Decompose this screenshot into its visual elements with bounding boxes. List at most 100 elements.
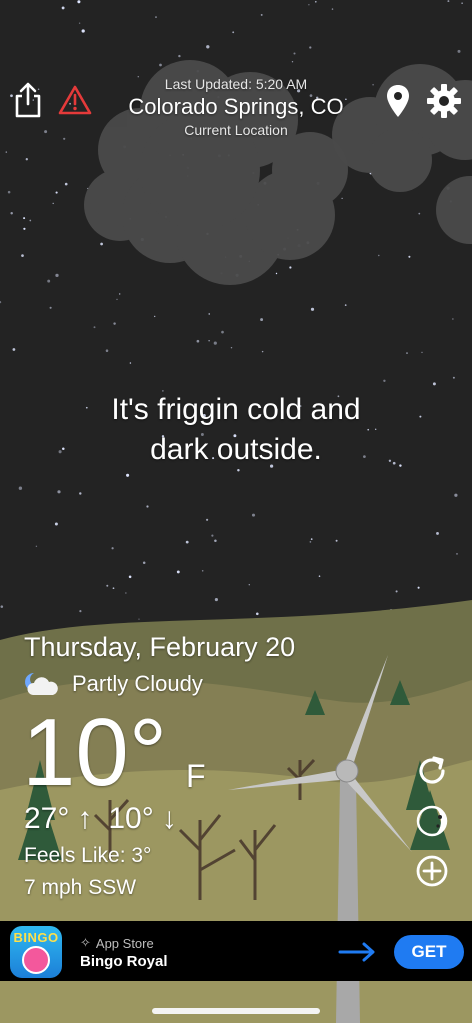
star bbox=[335, 539, 338, 542]
star bbox=[176, 570, 180, 574]
star bbox=[126, 473, 130, 477]
star bbox=[309, 46, 312, 49]
star bbox=[55, 273, 59, 278]
star bbox=[206, 45, 210, 49]
home-indicator[interactable] bbox=[152, 1008, 320, 1014]
high-low-row: 27° ↑ 10° ↓ bbox=[24, 802, 177, 836]
ad-banner[interactable]: BINGO ✧ App Store Bingo Royal GET bbox=[0, 921, 472, 981]
star bbox=[196, 339, 200, 343]
ad-get-button[interactable]: GET bbox=[394, 935, 464, 969]
wind-text: 7 mph SSW bbox=[24, 876, 137, 899]
star bbox=[55, 191, 58, 194]
star bbox=[432, 382, 436, 386]
weather-message: It's friggin cold and dark outside. bbox=[40, 390, 432, 470]
alert-button[interactable] bbox=[56, 82, 94, 118]
low-temp: 10° bbox=[108, 802, 154, 835]
star bbox=[25, 158, 28, 161]
star bbox=[208, 340, 210, 342]
ad-store-row: ✧ App Store bbox=[80, 935, 154, 951]
star bbox=[105, 349, 109, 352]
star bbox=[206, 518, 209, 521]
star bbox=[54, 522, 58, 526]
add-circle-icon bbox=[416, 855, 448, 887]
star bbox=[378, 254, 380, 257]
star bbox=[275, 272, 278, 275]
weather-scene-background bbox=[0, 0, 472, 1023]
last-updated-text: Last Updated: 5:20 AM bbox=[164, 76, 308, 92]
condition-text: Partly Cloudy bbox=[72, 671, 203, 696]
temperature-main: 10° bbox=[22, 699, 168, 806]
star bbox=[78, 22, 81, 24]
star bbox=[129, 362, 132, 364]
location-button[interactable] bbox=[382, 82, 414, 120]
star bbox=[291, 61, 294, 63]
star bbox=[79, 492, 82, 495]
star bbox=[260, 318, 264, 322]
settings-button[interactable] bbox=[424, 81, 464, 121]
moon-phase-button[interactable] bbox=[413, 802, 451, 840]
star bbox=[61, 6, 65, 10]
star bbox=[111, 547, 114, 550]
add-location-button[interactable] bbox=[413, 852, 451, 890]
star bbox=[116, 298, 118, 301]
star bbox=[7, 190, 11, 194]
location-pin-icon bbox=[387, 85, 409, 117]
star bbox=[309, 541, 312, 543]
ad-app-icon-text: BINGO bbox=[13, 930, 59, 945]
star bbox=[452, 376, 455, 379]
star bbox=[63, 137, 66, 140]
share-button[interactable] bbox=[10, 80, 46, 120]
star bbox=[341, 197, 343, 200]
star bbox=[214, 598, 218, 602]
star bbox=[112, 587, 115, 590]
star bbox=[49, 306, 52, 309]
star bbox=[77, 0, 81, 4]
star bbox=[12, 348, 16, 351]
date-text: Thursday, February 20 bbox=[24, 632, 296, 662]
star bbox=[417, 586, 420, 589]
star bbox=[447, 0, 450, 3]
star bbox=[23, 217, 26, 220]
moon-phase-icon bbox=[416, 805, 448, 837]
star bbox=[93, 326, 96, 329]
star bbox=[461, 2, 463, 4]
star bbox=[452, 318, 454, 320]
location-name: Colorado Springs, CO bbox=[128, 94, 344, 119]
star bbox=[159, 63, 162, 67]
star bbox=[35, 545, 38, 547]
refresh-icon bbox=[419, 756, 445, 784]
partly-cloudy-night-icon bbox=[25, 673, 58, 695]
star bbox=[255, 612, 259, 616]
star bbox=[47, 279, 51, 283]
star bbox=[178, 54, 181, 58]
refresh-button[interactable] bbox=[413, 752, 451, 790]
condition-row: Partly Cloudy bbox=[24, 668, 203, 700]
star bbox=[106, 584, 109, 587]
star bbox=[113, 322, 116, 325]
star bbox=[221, 330, 224, 334]
star bbox=[344, 304, 347, 306]
location-header[interactable]: Last Updated: 5:20 AM Colorado Springs, … bbox=[96, 76, 376, 138]
ad-store-label: App Store bbox=[95, 935, 154, 951]
star bbox=[436, 531, 439, 535]
star bbox=[213, 341, 217, 345]
star bbox=[128, 575, 132, 579]
location-subtitle: Current Location bbox=[184, 122, 288, 138]
star bbox=[29, 219, 32, 222]
star bbox=[208, 313, 210, 315]
feels-like-text: Feels Like: 3° bbox=[24, 844, 152, 867]
star bbox=[21, 254, 24, 257]
star bbox=[211, 534, 214, 537]
star bbox=[201, 570, 204, 572]
star bbox=[418, 212, 421, 215]
star bbox=[289, 266, 292, 269]
star bbox=[293, 52, 296, 55]
star bbox=[57, 490, 61, 494]
ad-app-icon[interactable]: BINGO bbox=[10, 926, 62, 978]
gear-icon bbox=[427, 84, 461, 118]
star bbox=[248, 584, 250, 586]
star bbox=[331, 8, 334, 10]
star bbox=[214, 539, 217, 543]
star bbox=[146, 505, 149, 508]
star bbox=[251, 513, 256, 517]
